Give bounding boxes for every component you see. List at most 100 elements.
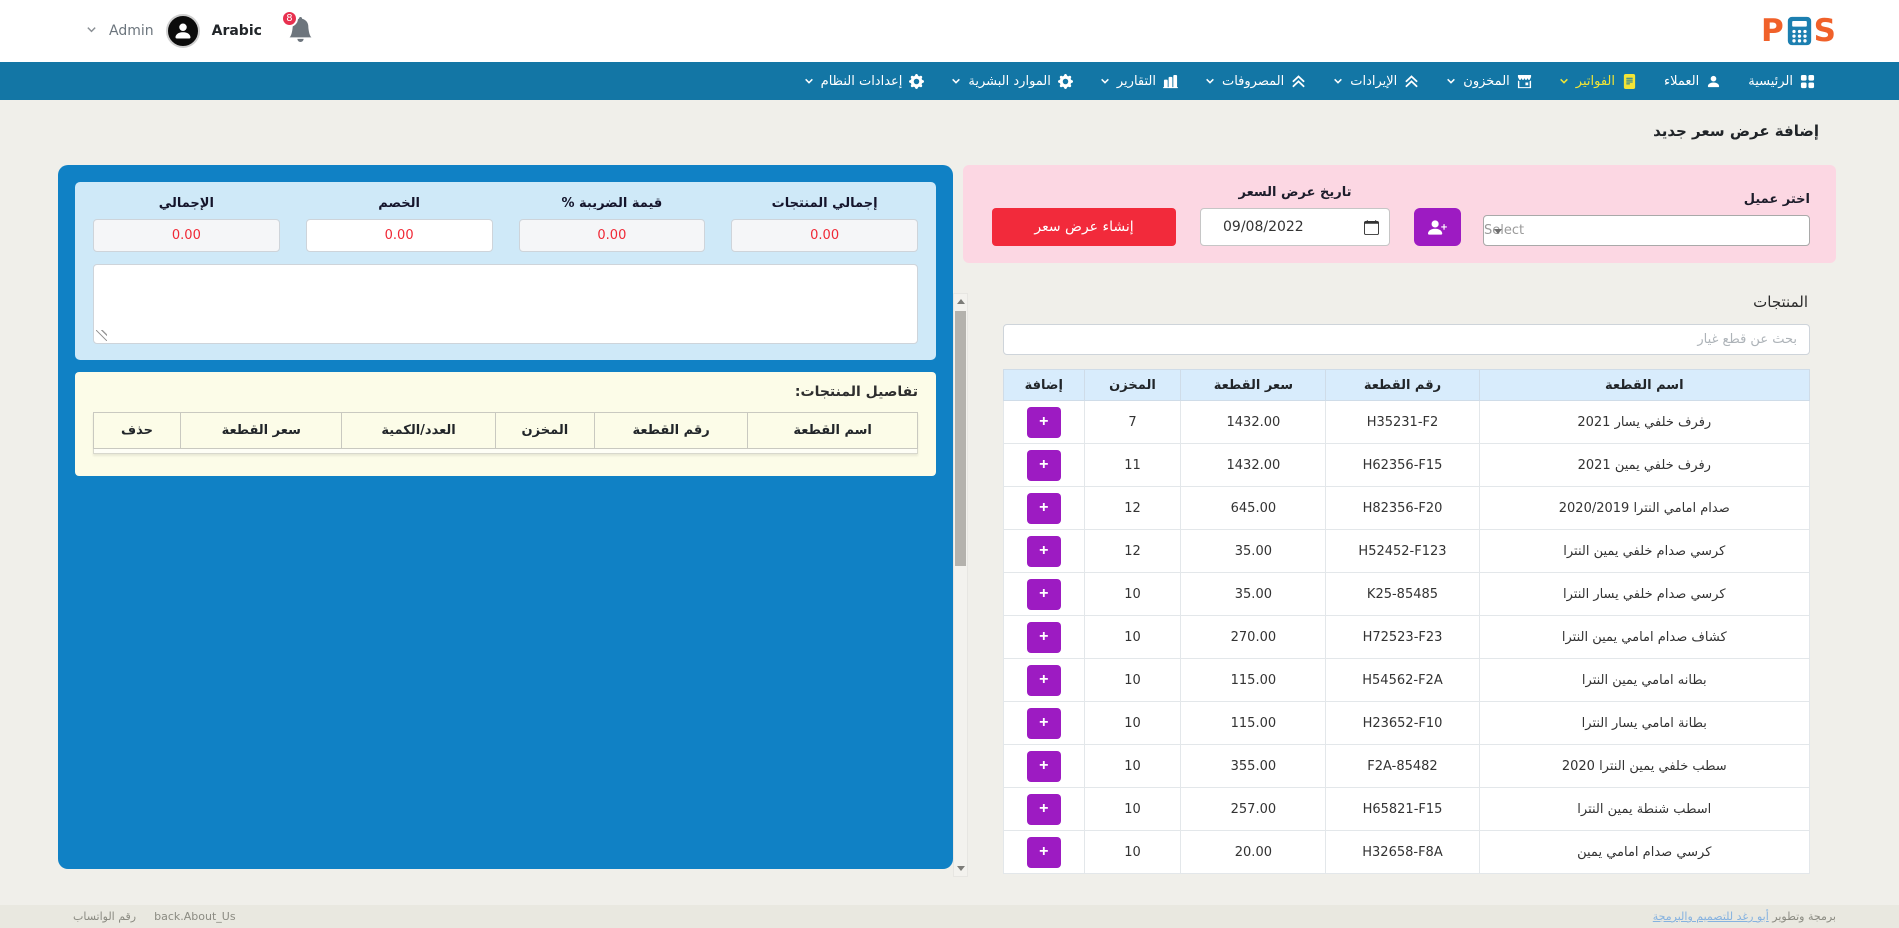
tax-value: 0.00 bbox=[597, 228, 626, 243]
product-row: اسطب شنطة يمين النترا H65821-F15 257.00 … bbox=[1004, 788, 1810, 831]
scroll-down-arrow[interactable] bbox=[954, 861, 967, 876]
chevron-down-icon bbox=[1333, 76, 1343, 86]
product-number: H65821-F15 bbox=[1326, 788, 1479, 831]
grid-icon bbox=[1800, 74, 1815, 89]
person-icon bbox=[1706, 74, 1721, 89]
product-price: 270.00 bbox=[1181, 616, 1326, 659]
notes-textarea[interactable] bbox=[93, 264, 918, 344]
product-row: كشاف صدام امامي يمين النترا H72523-F23 2… bbox=[1004, 616, 1810, 659]
details-table-header: اسم القطعة رقم القطعة المخزن العدد/الكمي… bbox=[94, 413, 918, 449]
col-part-price: سعر القطعة bbox=[180, 413, 341, 449]
chevron-down-icon bbox=[804, 76, 814, 86]
product-name: سطب خلفي يمين النترا 2020 bbox=[1479, 745, 1809, 788]
product-number: H82356-F20 bbox=[1326, 487, 1479, 530]
tax-input[interactable]: 0.00 bbox=[519, 219, 706, 252]
add-product-button[interactable]: + bbox=[1027, 622, 1061, 653]
quote-date-input[interactable]: 09/08/2022 bbox=[1200, 208, 1390, 246]
footer: رقم الواتساب back.About_Us برمجة وتطوير … bbox=[0, 905, 1899, 928]
col-part-price: سعر القطعة bbox=[1181, 370, 1326, 401]
scroll-up-arrow[interactable] bbox=[954, 294, 967, 309]
product-row: كرسي صدام خلفي يمين النترا H52452-F123 3… bbox=[1004, 530, 1810, 573]
add-product-button[interactable]: + bbox=[1027, 708, 1061, 739]
add-product-button[interactable]: + bbox=[1027, 536, 1061, 567]
add-product-button[interactable]: + bbox=[1027, 837, 1061, 868]
discount-value: 0.00 bbox=[385, 228, 414, 243]
add-product-button[interactable]: + bbox=[1027, 751, 1061, 782]
product-price: 20.00 bbox=[1181, 831, 1326, 874]
chevron-down-icon bbox=[951, 76, 961, 86]
topbar: Admin Arabic 8 P S bbox=[0, 0, 1899, 62]
grand-total-label: الإجمالي bbox=[93, 196, 280, 211]
product-row: بطانة امامي يسار النترا H23652-F10 115.0… bbox=[1004, 702, 1810, 745]
nav-item-hr[interactable]: الموارد البشرية bbox=[951, 74, 1072, 89]
col-stock: المخزن bbox=[1084, 370, 1181, 401]
add-product-button[interactable]: + bbox=[1027, 794, 1061, 825]
nav-item-reports[interactable]: التقارير bbox=[1100, 74, 1178, 89]
store-icon bbox=[1517, 74, 1532, 89]
whatsapp-link[interactable]: رقم الواتساب bbox=[73, 910, 136, 923]
search-input[interactable] bbox=[1003, 324, 1810, 355]
product-number: H54562-F2A bbox=[1326, 659, 1479, 702]
add-client-button[interactable] bbox=[1414, 208, 1461, 246]
product-number: K25-85485 bbox=[1326, 573, 1479, 616]
product-stock: 12 bbox=[1084, 530, 1181, 573]
product-name: كشاف صدام امامي يمين النترا bbox=[1479, 616, 1809, 659]
resize-handle[interactable] bbox=[96, 330, 107, 341]
credit-link[interactable]: أبو رغد للتصميم والبرمجة bbox=[1653, 910, 1769, 923]
grand-total-input[interactable]: 0.00 bbox=[93, 219, 280, 252]
nav-label: المخزون bbox=[1463, 74, 1509, 89]
quote-form-panel: اختر عميل Select تاريخ عرض السعر 09/08/2… bbox=[963, 165, 1836, 263]
client-select-value: Select bbox=[1484, 223, 1539, 238]
product-name: اسطب شنطة يمين النترا bbox=[1479, 788, 1809, 831]
product-stock: 10 bbox=[1084, 745, 1181, 788]
main-navbar: الرئيسية العملاء الفواتير المخزون الإيرا… bbox=[0, 62, 1899, 100]
chevron-down-icon[interactable] bbox=[86, 24, 97, 38]
create-quote-button[interactable]: إنشاء عرض سعر bbox=[992, 208, 1176, 246]
add-product-button[interactable]: + bbox=[1027, 493, 1061, 524]
client-select[interactable]: Select bbox=[1483, 215, 1810, 246]
language-switch[interactable]: Arabic bbox=[212, 23, 262, 39]
add-product-button[interactable]: + bbox=[1027, 407, 1061, 438]
add-product-button[interactable]: + bbox=[1027, 450, 1061, 481]
product-row: صدام امامي النترا 2020/2019 H82356-F20 6… bbox=[1004, 487, 1810, 530]
nav-item-system-settings[interactable]: إعدادات النظام bbox=[804, 74, 925, 89]
nav-label: المصروفات bbox=[1222, 74, 1284, 89]
nav-item-inventory[interactable]: المخزون bbox=[1446, 74, 1531, 89]
chevron-down-icon bbox=[1446, 76, 1456, 86]
person-icon bbox=[173, 21, 193, 41]
bar-chart-icon bbox=[1163, 74, 1178, 89]
date-label: تاريخ عرض السعر bbox=[1200, 185, 1390, 200]
col-quantity: العدد/الكمية bbox=[342, 413, 495, 449]
nav-item-revenues[interactable]: الإيرادات bbox=[1333, 74, 1419, 89]
pos-logo[interactable]: P S bbox=[1761, 13, 1837, 49]
product-stock: 12 bbox=[1084, 487, 1181, 530]
avatar[interactable] bbox=[166, 14, 200, 48]
products-scrollbar[interactable] bbox=[953, 293, 968, 877]
col-part-number: رقم القطعة bbox=[1326, 370, 1479, 401]
person-plus-icon bbox=[1428, 218, 1447, 237]
nav-item-expenses[interactable]: المصروفات bbox=[1205, 74, 1306, 89]
product-row: كرسي صدام امامي يمين H32658-F8A 20.00 10… bbox=[1004, 831, 1810, 874]
admin-menu[interactable]: Admin bbox=[109, 23, 154, 39]
total-products-input[interactable]: 0.00 bbox=[731, 219, 918, 252]
details-table: اسم القطعة رقم القطعة المخزن العدد/الكمي… bbox=[93, 412, 918, 454]
quote-details-panel: تفاصيل المنتجات: اسم القطعة رقم القطعة ا… bbox=[75, 372, 936, 476]
nav-item-home[interactable]: الرئيسية bbox=[1748, 74, 1815, 89]
nav-label: إعدادات النظام bbox=[821, 74, 903, 89]
add-product-button[interactable]: + bbox=[1027, 579, 1061, 610]
about-link[interactable]: back.About_Us bbox=[154, 910, 235, 923]
client-label: اختر عميل bbox=[1483, 192, 1810, 207]
add-product-button[interactable]: + bbox=[1027, 665, 1061, 696]
nav-label: الرئيسية bbox=[1748, 74, 1793, 89]
discount-input[interactable]: 0.00 bbox=[306, 219, 493, 252]
product-row: رفرف خلفي يمين 2021 H62356-F15 1432.00 1… bbox=[1004, 444, 1810, 487]
product-name: رفرف خلفي يسار 2021 bbox=[1479, 401, 1809, 444]
product-stock: 10 bbox=[1084, 788, 1181, 831]
credit-text: برمجة وتطوير أبو رغد للتصميم والبرمجة bbox=[1653, 910, 1836, 923]
nav-label: العملاء bbox=[1664, 74, 1699, 89]
scrollbar-thumb[interactable] bbox=[955, 311, 966, 566]
nav-item-clients[interactable]: العملاء bbox=[1664, 74, 1721, 89]
product-stock: 7 bbox=[1084, 401, 1181, 444]
nav-item-invoices[interactable]: الفواتير bbox=[1559, 74, 1637, 89]
notifications-button[interactable]: 8 bbox=[288, 17, 313, 46]
